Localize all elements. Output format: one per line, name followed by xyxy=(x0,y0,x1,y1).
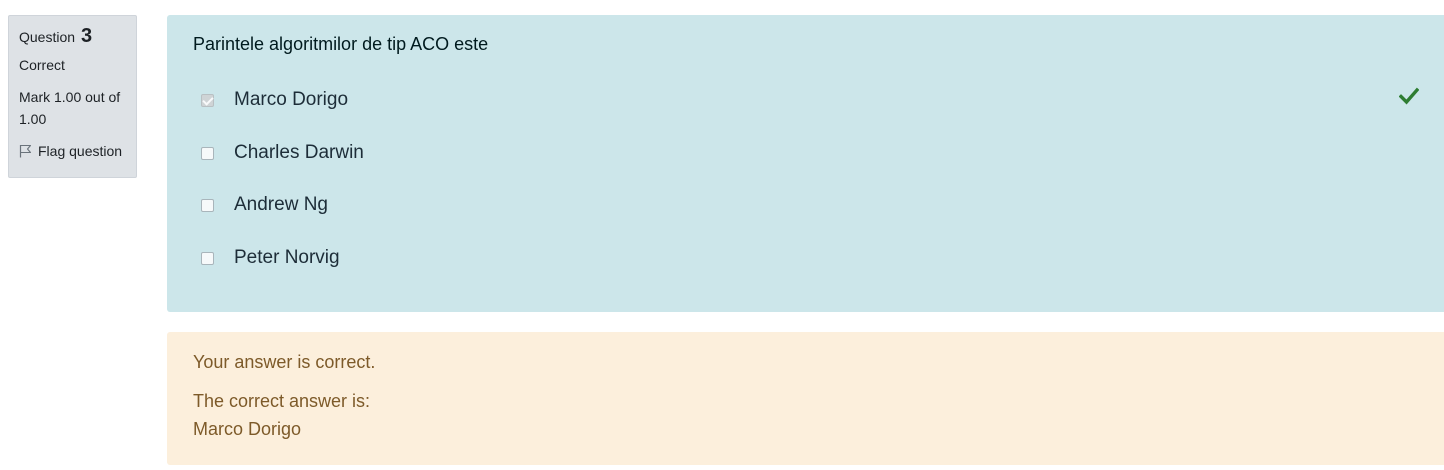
answer-label: Marco Dorigo xyxy=(234,89,349,110)
feedback-result: Your answer is correct. xyxy=(193,352,376,372)
flag-question-label: Flag question xyxy=(38,143,123,159)
flag-icon xyxy=(19,144,32,158)
answer-checkbox[interactable] xyxy=(201,251,214,265)
correct-answer-value: Marco Dorigo xyxy=(193,419,302,439)
answer-checkbox-checked[interactable] xyxy=(201,93,214,107)
checkmark-icon xyxy=(1399,87,1419,105)
question-number: 3 xyxy=(80,25,93,47)
flag-question-link[interactable]: Flag question xyxy=(19,141,126,161)
question-prefix: Question xyxy=(19,29,76,45)
question-text: Parintele algoritmilor de tip ACO este xyxy=(193,34,489,54)
quiz-review-page: Question 3 Correct Mark 1.00 out of 1.00… xyxy=(0,0,1444,470)
answer-option[interactable]: Marco Dorigo xyxy=(201,89,348,111)
answer-option[interactable]: Peter Norvig xyxy=(201,247,340,269)
answer-label: Charles Darwin xyxy=(234,142,364,163)
correct-answer-prefix: The correct answer is: xyxy=(193,391,371,411)
question-grade: Mark 1.00 out of 1.00 xyxy=(19,89,121,127)
correct-answer-block: The correct answer is: Marco Dorigo xyxy=(193,387,370,443)
answer-checkbox[interactable] xyxy=(201,146,214,160)
answer-option[interactable]: Andrew Ng xyxy=(201,194,328,216)
answer-checkbox[interactable] xyxy=(201,198,214,212)
question-number-heading: Question 3 xyxy=(19,26,126,47)
question-info-panel: Question 3 Correct Mark 1.00 out of 1.00… xyxy=(8,15,137,178)
answer-label: Andrew Ng xyxy=(234,194,328,215)
answer-label: Peter Norvig xyxy=(234,247,340,268)
feedback-panel: Your answer is correct. The correct answ… xyxy=(167,332,1444,465)
question-formulation: Parintele algoritmilor de tip ACO este M… xyxy=(167,15,1444,312)
question-state: Correct xyxy=(19,57,65,73)
answer-option[interactable]: Charles Darwin xyxy=(201,142,364,164)
